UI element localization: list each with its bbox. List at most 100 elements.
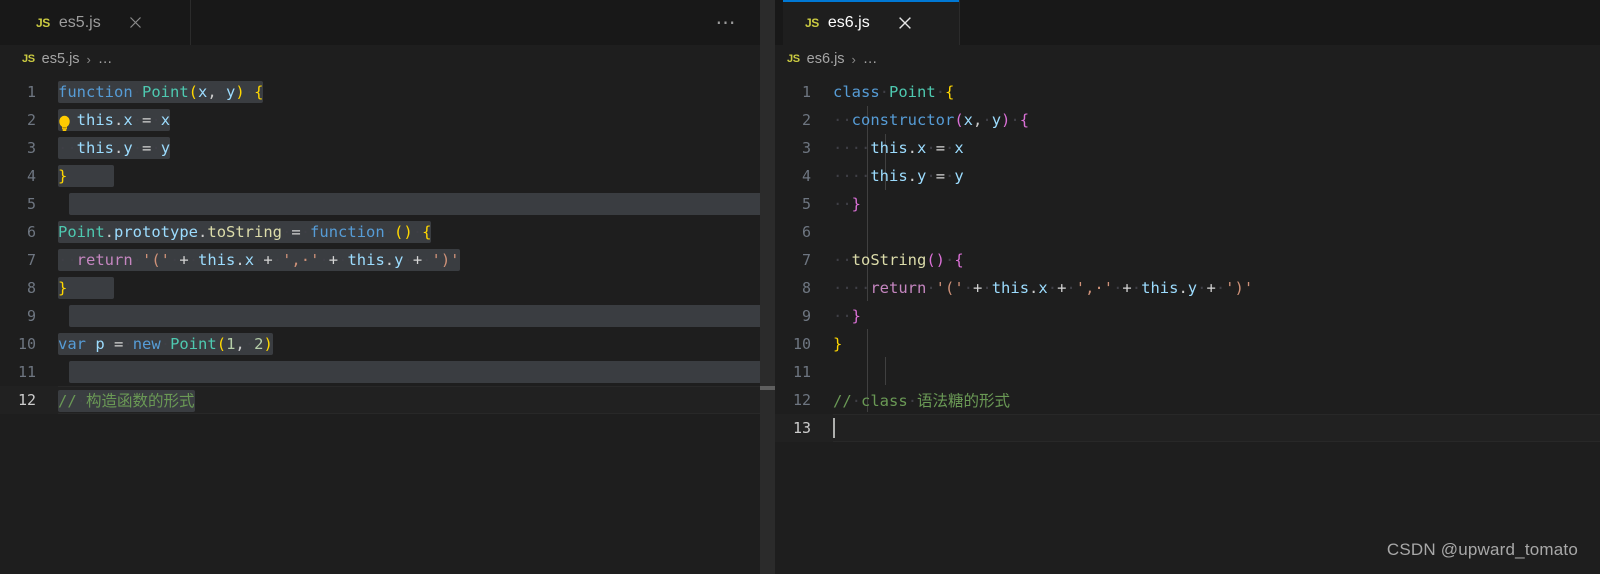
tabbar-left: JS es5.js ⋯	[0, 0, 760, 45]
code-line[interactable]: 11	[775, 358, 1600, 386]
more-actions-icon[interactable]: ⋯	[712, 9, 740, 37]
line-content[interactable]: var·p·=·new·Point(1,·2)	[58, 333, 273, 355]
line-content[interactable]: ··constructor(x,·y)·{	[833, 111, 1029, 129]
line-content[interactable]: //·class·语法糖的形式	[833, 389, 1010, 411]
line-content[interactable]: ····this.x·=·x	[833, 139, 964, 157]
line-number: 3	[801, 139, 811, 157]
line-content[interactable]: ··toString()·{	[833, 251, 964, 269]
line-number: 11	[792, 363, 811, 381]
line-content[interactable]: }	[58, 165, 115, 187]
line-number: 8	[801, 279, 811, 297]
line-content[interactable]: ····return·'('·+·this.x·+·',·'·+·this.y·…	[833, 279, 1253, 297]
line-content[interactable]: ··this.y·=·y	[58, 137, 171, 159]
code-line[interactable]: 10 }	[775, 330, 1600, 358]
line-number: 8	[26, 279, 36, 297]
code-line[interactable]: 1 function·Point(x,·y)·{	[0, 78, 760, 106]
code-line[interactable]: 3 ····this.x·=·x	[775, 134, 1600, 162]
line-number: 9	[26, 307, 36, 325]
breadcrumb-separator-icon: ›	[851, 51, 856, 67]
line-content[interactable]: }	[58, 277, 115, 299]
code-line[interactable]: 10 var·p·=·new·Point(1,·2)	[0, 330, 760, 358]
close-icon[interactable]	[126, 13, 146, 33]
code-line[interactable]: 12 //·class·语法糖的形式	[775, 386, 1600, 414]
line-number: 4	[26, 167, 36, 185]
code-editor-left[interactable]: 1 function·Point(x,·y)·{ 2 this.x·=·x 3 …	[0, 73, 760, 414]
editor-group-splitter[interactable]	[760, 0, 775, 574]
scrollbar-thumb-left-editor[interactable]	[760, 386, 775, 390]
line-content[interactable]	[58, 193, 760, 215]
line-content[interactable]: ··return·'('·+·this.x·+·',·'·+·this.y·+·…	[58, 249, 460, 271]
text-cursor	[833, 418, 835, 438]
line-content[interactable]: class·Point·{	[833, 83, 954, 101]
line-content[interactable]: }	[833, 335, 842, 353]
vscode-workbench: JS es5.js ⋯ JS es5.js › … 1 function·Poi	[0, 0, 1600, 574]
code-line[interactable]: 4 ····this.y·=·y	[775, 162, 1600, 190]
code-line[interactable]: 12 //·// 构造函数的形式构造函数的形式	[0, 386, 760, 414]
line-number: 2	[26, 111, 36, 129]
code-line[interactable]: 7 ··return·'('·+·this.x·+·',·'·+·this.y·…	[0, 246, 760, 274]
code-editor-right[interactable]: 1 class·Point·{ 2 ··constructor(x,·y)·{ …	[775, 73, 1600, 442]
line-number: 12	[792, 391, 811, 409]
code-line[interactable]: 1 class·Point·{	[775, 78, 1600, 106]
tab-es5-js[interactable]: JS es5.js	[14, 0, 191, 45]
line-content[interactable]: Point.prototype.toString·=·function·()·{	[58, 221, 432, 243]
code-line[interactable]: 5 ··}	[775, 190, 1600, 218]
code-line[interactable]: 8 }	[0, 274, 760, 302]
code-line[interactable]: 3 ··this.y·=·y	[0, 134, 760, 162]
breadcrumb-file[interactable]: es5.js	[42, 51, 80, 67]
js-file-icon: JS	[805, 15, 819, 30]
line-number: 6	[801, 223, 811, 241]
code-line[interactable]: 9 ··}	[775, 302, 1600, 330]
line-content[interactable]	[58, 305, 760, 327]
line-number: 7	[801, 251, 811, 269]
line-number: 5	[801, 195, 811, 213]
line-number: 4	[801, 167, 811, 185]
breadcrumb-overflow[interactable]: …	[98, 51, 113, 67]
line-number: 7	[26, 251, 36, 269]
js-file-icon: JS	[22, 53, 35, 65]
breadcrumb-left[interactable]: JS es5.js › …	[0, 45, 760, 73]
code-line[interactable]: 2 ··constructor(x,·y)·{	[775, 106, 1600, 134]
line-number: 12	[17, 391, 36, 409]
code-line[interactable]: 7 ··toString()·{	[775, 246, 1600, 274]
line-number: 3	[26, 139, 36, 157]
tab-label: es5.js	[58, 13, 101, 31]
code-line[interactable]: 8 ····return·'('·+·this.x·+·',·'·+·this.…	[775, 274, 1600, 302]
line-number: 9	[801, 307, 811, 325]
tabbar-right: JS es6.js	[775, 0, 1600, 45]
tabbar-empty-space-right	[960, 0, 1600, 45]
line-number: 1	[801, 83, 811, 101]
breadcrumb-overflow[interactable]: …	[863, 51, 878, 67]
line-content[interactable]	[833, 418, 835, 438]
code-line[interactable]: 11	[0, 358, 760, 386]
js-file-icon: JS	[36, 15, 50, 30]
line-content[interactable]: ··}	[833, 195, 861, 213]
editor-group-left: JS es5.js ⋯ JS es5.js › … 1 function·Poi	[0, 0, 760, 574]
code-line[interactable]: 4 }	[0, 162, 760, 190]
breadcrumb-right[interactable]: JS es6.js › …	[775, 45, 1600, 73]
tab-es6-js[interactable]: JS es6.js	[783, 0, 960, 45]
close-icon[interactable]	[895, 13, 915, 33]
code-line[interactable]: 9	[0, 302, 760, 330]
breadcrumb-file[interactable]: es6.js	[807, 51, 845, 67]
breadcrumb-separator-icon: ›	[86, 51, 91, 67]
line-content[interactable]	[58, 361, 760, 383]
code-line[interactable]: 6	[775, 218, 1600, 246]
line-number: 1	[26, 83, 36, 101]
line-content[interactable]: //·// 构造函数的形式构造函数的形式	[58, 389, 195, 412]
code-line[interactable]: 6 Point.prototype.toString·=·function·()…	[0, 218, 760, 246]
line-number: 13	[792, 419, 811, 437]
tab-label: es6.js	[827, 13, 870, 31]
line-content[interactable]: this.x·=·x	[58, 109, 171, 131]
tabbar-empty-space-left: ⋯	[191, 0, 760, 45]
line-content[interactable]: ··}	[833, 307, 861, 325]
watermark: CSDN @upward_tomato	[1386, 540, 1578, 559]
line-number: 2	[801, 111, 811, 129]
code-line[interactable]: 13	[775, 414, 1600, 442]
code-line[interactable]: 5	[0, 190, 760, 218]
line-content[interactable]: function·Point(x,·y)·{	[58, 81, 264, 103]
js-file-icon: JS	[787, 53, 800, 65]
code-line[interactable]: 2 this.x·=·x	[0, 106, 760, 134]
line-content[interactable]: ····this.y·=·y	[833, 167, 964, 185]
lightbulb-icon[interactable]	[56, 114, 73, 133]
